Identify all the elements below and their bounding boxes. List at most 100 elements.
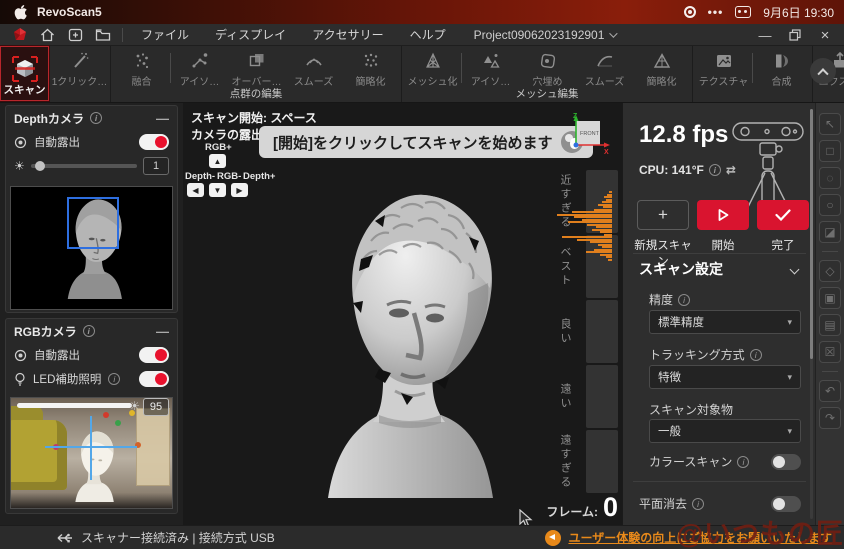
plane-removal-toggle[interactable] xyxy=(771,496,801,512)
home-icon[interactable] xyxy=(36,26,58,44)
tab-scan[interactable]: スキャン xyxy=(0,46,49,101)
toolbar-item-one-click[interactable]: 1クリック… xyxy=(51,46,108,88)
scan-viewport[interactable]: スキャン開始: スペース カメラの露出調整: RGB+ ▲ Depth- RGB… xyxy=(183,103,622,525)
tracking-label-row: トラッキング方式 i xyxy=(649,346,762,363)
smooth-cloud-icon xyxy=(304,50,324,72)
info-icon[interactable]: i xyxy=(108,373,120,385)
open-project-icon[interactable] xyxy=(92,26,114,44)
new-project-icon[interactable] xyxy=(64,26,86,44)
restore-button[interactable] xyxy=(782,25,808,45)
info-icon[interactable]: i xyxy=(678,294,690,306)
axis-gizmo[interactable]: FRONT Z X xyxy=(564,113,610,157)
menu-item-2[interactable]: アクセサリー xyxy=(312,26,383,43)
scanner-status-text: スキャナー接続済み | 接続方式 USB xyxy=(81,529,275,546)
isolated-points-icon xyxy=(190,50,210,72)
close-button[interactable]: × xyxy=(812,25,838,45)
toolbar-sections: 1クリック…融合アイソ…オーバー…スムーズ簡略化点群の編集メッシュ化アイソ…穴埋… xyxy=(49,46,844,102)
object-label-row: スキャン対象物 xyxy=(649,401,733,418)
undo-icon[interactable]: ↶ xyxy=(819,380,841,402)
done-button[interactable] xyxy=(757,200,809,230)
rgb-plus-key[interactable]: ▲ xyxy=(209,154,226,168)
mesh-icon xyxy=(423,50,443,72)
rect-select-icon[interactable]: □ xyxy=(819,140,841,162)
histogram-bar xyxy=(608,259,612,261)
scrollbar-thumb[interactable] xyxy=(810,109,813,359)
lasso-select-icon[interactable]: ◌ xyxy=(819,167,841,189)
menu-item-1[interactable]: ディスプレイ xyxy=(215,26,286,43)
project-selector[interactable]: Project09062023192901 xyxy=(474,28,616,42)
info-icon[interactable]: i xyxy=(737,456,749,468)
system-clock[interactable]: 9月6日 19:30 xyxy=(763,4,834,21)
toolbar-item-overlap[interactable]: オーバー… xyxy=(228,46,285,88)
plane-select-icon[interactable]: ◪ xyxy=(819,221,841,243)
toolbar-item-fill-holes[interactable]: 穴埋め xyxy=(519,46,576,88)
toolbar-item-smooth-mesh[interactable]: スムーズ xyxy=(576,46,633,88)
invert-select-icon[interactable]: ▣ xyxy=(819,287,841,309)
rgb-minus-key[interactable]: ▼ xyxy=(209,183,226,197)
input-method-icon[interactable] xyxy=(735,6,751,18)
frame-counter: フレーム: 0 xyxy=(546,494,618,521)
rgb-exposure-slider[interactable] xyxy=(17,403,132,408)
usb-icon xyxy=(55,532,73,544)
fusion-icon xyxy=(132,50,152,72)
auto-exposure-icon xyxy=(14,136,27,149)
toolbar-item-isolated-mesh[interactable]: アイソ… xyxy=(462,46,519,88)
apple-logo-icon xyxy=(14,5,27,20)
depth-exposure-slider[interactable] xyxy=(31,164,137,168)
toolbar-item-texture[interactable]: テクスチャ xyxy=(695,46,752,88)
smooth-mesh-label: スムーズ xyxy=(585,73,625,88)
app-title-bar: ファイル ディスプレイ アクセサリー ヘルプ Project0906202319290… xyxy=(0,24,844,46)
accuracy-dropdown[interactable]: 標準精度 ▾ xyxy=(649,310,801,334)
depth-auto-exposure-toggle[interactable] xyxy=(139,134,169,150)
depth-exposure-value[interactable]: 1 xyxy=(143,157,169,175)
object-dropdown[interactable]: 一般 ▾ xyxy=(649,419,801,443)
toolbar-item-simplify-cloud[interactable]: 簡略化 xyxy=(342,46,399,88)
depth-plus-key[interactable]: ▶ xyxy=(231,183,248,197)
plane-removal-row: 平面消去 i xyxy=(639,495,801,512)
menu-item-3[interactable]: ヘルプ xyxy=(410,26,446,43)
toolbar-item-fusion[interactable]: 融合 xyxy=(113,46,170,88)
delete-icon[interactable]: ☒ xyxy=(819,341,841,363)
tracking-dropdown[interactable]: 特徴 ▾ xyxy=(649,365,801,389)
new-scan-button[interactable]: + xyxy=(637,200,689,230)
ellipse-select-icon[interactable]: ○ xyxy=(819,194,841,216)
collapse-section-icon[interactable]: — xyxy=(156,111,169,126)
collapse-toolbar-button[interactable] xyxy=(810,58,836,84)
depth-camera-title: Depthカメラ xyxy=(14,110,84,127)
polygon-select-icon[interactable]: ◇ xyxy=(819,260,841,282)
select-arrow-icon[interactable]: ↖ xyxy=(819,113,841,135)
toolbar-item-merge[interactable]: 合成 xyxy=(753,46,810,88)
scan-control-panel: 12.8 fps CPU: 141°F i ⇄ + xyxy=(622,103,815,525)
toolbar-item-smooth-cloud[interactable]: スムーズ xyxy=(285,46,342,88)
minimize-button[interactable]: — xyxy=(752,25,778,45)
rgb-auto-exposure-toggle[interactable] xyxy=(139,347,169,363)
toolbar-item-mesh[interactable]: メッシュ化 xyxy=(404,46,461,88)
start-button[interactable] xyxy=(697,200,749,230)
toolbar-section-3: テクスチャ合成 xyxy=(692,46,812,102)
record-icon[interactable] xyxy=(684,6,696,18)
led-fill-light-toggle[interactable] xyxy=(139,371,169,387)
toolbar-item-isolated-points[interactable]: アイソ… xyxy=(171,46,228,88)
led-bulb-icon xyxy=(14,372,26,386)
more-menu-icon[interactable]: ••• xyxy=(708,5,724,19)
toolbar-group-label: 点群の編集 xyxy=(113,88,399,102)
duplicate-icon[interactable]: ▤ xyxy=(819,314,841,336)
depth-minus-key[interactable]: ◀ xyxy=(187,183,204,197)
camera-panel: Depthカメラ i — 自動露出 ☀ 1 xyxy=(0,103,183,525)
frame-label: フレーム: xyxy=(546,503,598,520)
divider xyxy=(122,28,123,42)
info-icon[interactable]: i xyxy=(750,349,762,361)
collapse-section-icon[interactable]: — xyxy=(156,324,169,339)
chevron-down-icon: ▾ xyxy=(787,317,792,328)
toolbar-item-simplify-mesh[interactable]: 簡略化 xyxy=(633,46,690,88)
menu-item-0[interactable]: ファイル xyxy=(141,26,189,43)
announcement-icon[interactable] xyxy=(545,530,561,546)
color-scan-toggle[interactable] xyxy=(771,454,801,470)
redo-icon[interactable]: ↷ xyxy=(819,407,841,429)
info-icon[interactable]: i xyxy=(83,325,95,337)
info-icon[interactable]: i xyxy=(709,164,721,176)
scan-settings-header[interactable]: スキャン設定 xyxy=(639,259,802,279)
info-icon[interactable]: i xyxy=(692,498,704,510)
info-icon[interactable]: i xyxy=(90,112,102,124)
rgb-exposure-value[interactable]: 95 xyxy=(143,398,169,416)
